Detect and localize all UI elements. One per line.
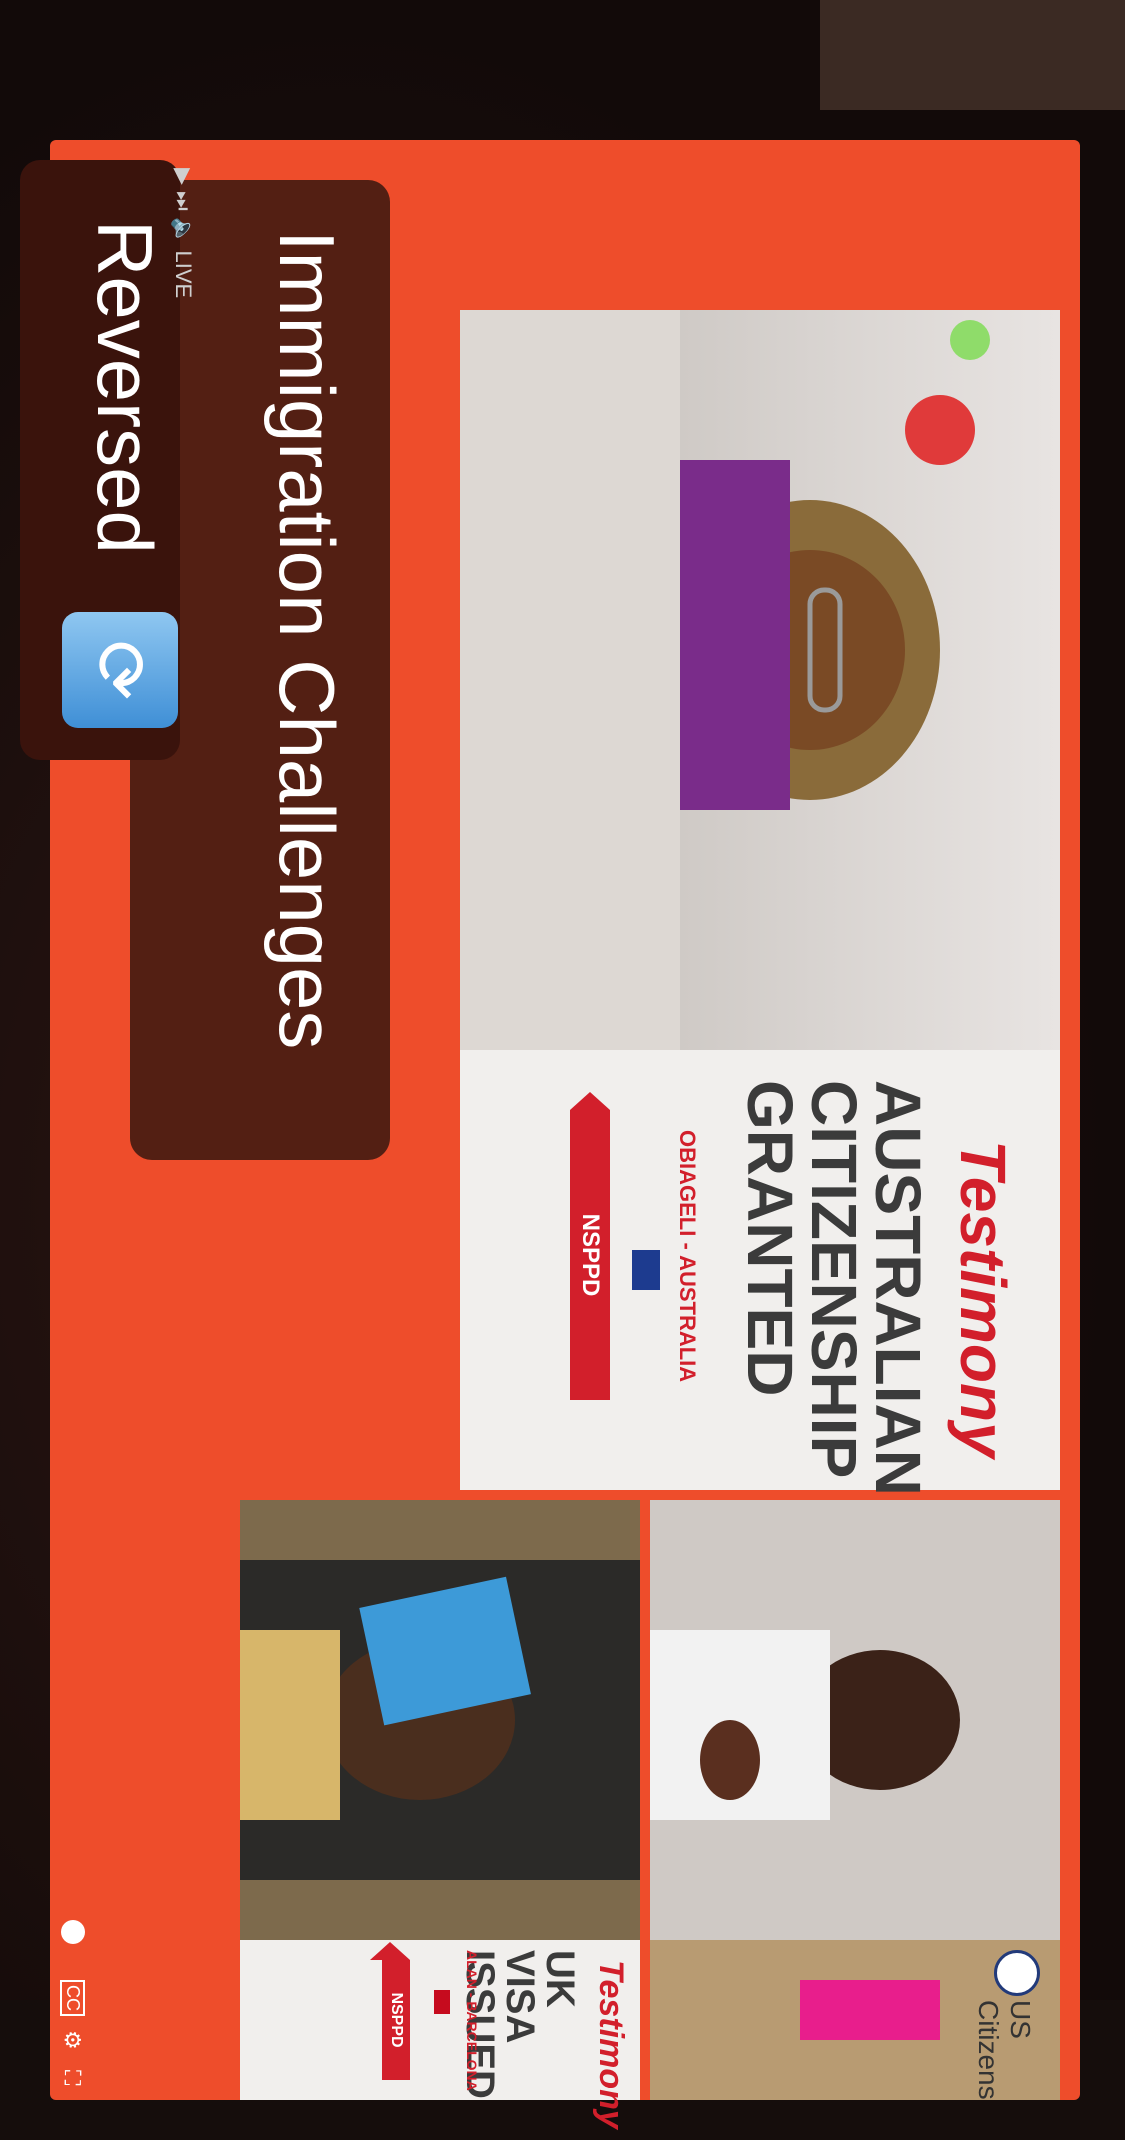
us-seal-icon [994, 1950, 1040, 1996]
clip-man-passport [240, 1500, 640, 1940]
testimony-card-uk: Testimony UK VISA ISSUED ALAN - BARCELON… [240, 1940, 640, 2129]
nsppd-ribbon: NSPPD [570, 1110, 610, 1400]
testimony-card-australia: Testimony AUSTRALIAN CITIZENSHIP GRANTED… [460, 1050, 1060, 1496]
caption-line1: Immigration Challenges [263, 230, 351, 1050]
headline-line: CITIZENSHIP [798, 1080, 870, 1479]
fullscreen-icon[interactable]: ⛶ [59, 2070, 85, 2085]
headline-line: GRANTED [734, 1080, 806, 1397]
refresh-icon: ⟳ [62, 612, 178, 728]
headline-line: UK VISA [498, 1950, 582, 2044]
mini-player-bar: ▶ ⏭ 🔈 LIVE [170, 168, 196, 298]
testimony-label: Testimony [592, 1960, 630, 2129]
us-citizens-label: US Citizens [973, 2000, 1036, 2100]
person-name: ALAN - BARCELONA [464, 1950, 480, 2091]
person-photo [680, 310, 1060, 1050]
play-icon[interactable]: ▶ [171, 168, 196, 185]
nsppd-ribbon: NSPPD [382, 1960, 410, 2080]
woman-pink-dress [800, 1980, 940, 2040]
testimony-slide-main: ✕ [460, 310, 1060, 1050]
wall-edge [820, 0, 1125, 110]
headline: AUSTRALIAN CITIZENSHIP GRANTED [734, 1080, 934, 1496]
headline-line: AUSTRALIAN [862, 1080, 934, 1496]
person-name: OBIAGELI - AUSTRALIA [675, 1130, 700, 1383]
testimony-label: Testimony [947, 1140, 1019, 1458]
portrait-illustration [680, 320, 990, 810]
live-badge[interactable]: LIVE [171, 251, 196, 299]
spain-flag-icon [434, 1990, 450, 2014]
clapping-illustration [650, 1500, 1060, 1940]
passport-illustration [240, 1500, 640, 1940]
caption-line2: Reversed [81, 220, 169, 554]
next-icon[interactable]: ⏭ [171, 191, 196, 211]
volume-icon[interactable]: 🔈 [171, 217, 196, 244]
clip-woman-clapping [650, 1500, 1060, 1940]
gear-icon[interactable]: ⚙ [59, 2030, 85, 2050]
australia-flag-icon [632, 1250, 660, 1290]
toggle-icon[interactable] [61, 1920, 85, 1944]
cc-button[interactable]: CC [60, 1980, 85, 2016]
us-citizens-clip: US Citizens [650, 1940, 1060, 2100]
